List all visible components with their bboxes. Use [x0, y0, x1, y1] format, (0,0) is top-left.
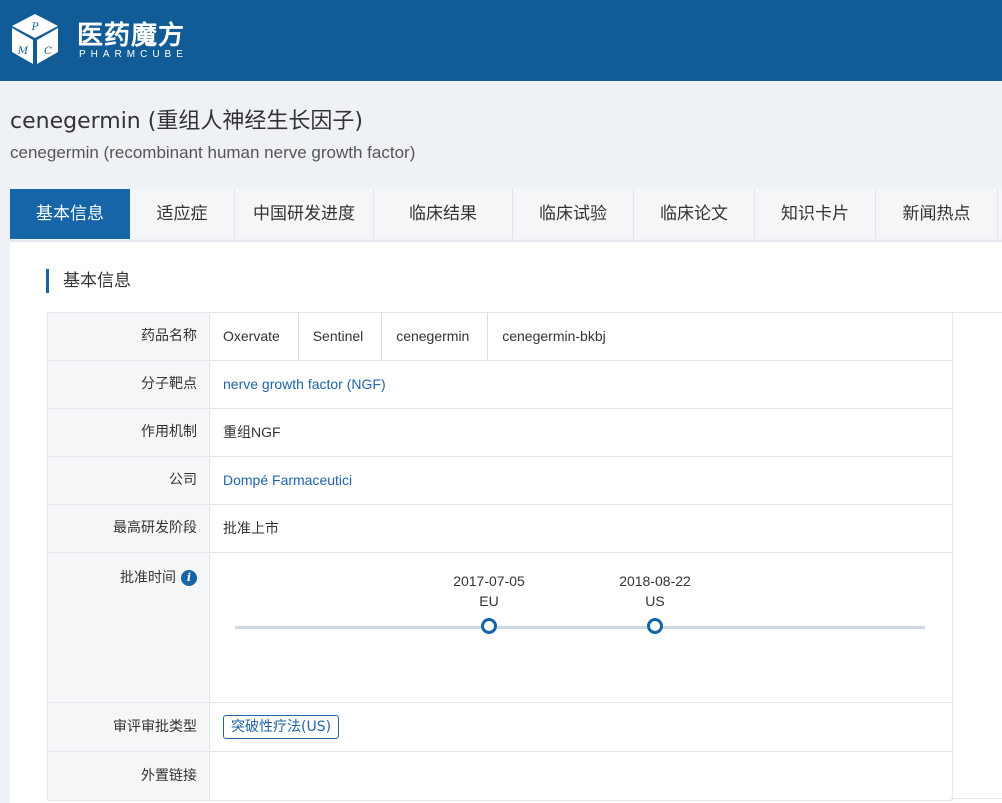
cube-letter-p: P — [31, 22, 39, 33]
target-link[interactable]: nerve growth factor (NGF) — [223, 376, 386, 392]
brand-name-cn[interactable]: 医药魔方 — [77, 15, 185, 52]
timeline-region: US — [645, 593, 665, 609]
drug-name-item: Oxervate — [223, 328, 280, 344]
label-external-links: 外置链接 — [48, 752, 210, 800]
timeline-label-eu: 2017-07-05 EU — [429, 571, 549, 611]
cube-logo-icon[interactable]: P M C — [8, 12, 62, 66]
company-link[interactable]: Dompé Farmaceutici — [223, 472, 352, 488]
app-header: P M C 医药魔方 PHARMCUBE — [0, 0, 1002, 81]
info-icon[interactable]: i — [181, 570, 197, 586]
label-company: 公司 — [48, 457, 210, 504]
label-drug-names: 药品名称 — [48, 313, 210, 360]
row-drug-names: 药品名称 Oxervate Sentinel cenegermin cenege… — [48, 313, 952, 361]
tab-china-progress[interactable]: 中国研发进度 — [235, 189, 374, 239]
timeline-date: 2017-07-05 — [453, 573, 525, 589]
row-approval-time: 批准时间 i 2017-07-05 EU 2018-08-22 US — [48, 553, 952, 703]
row-mechanism: 作用机制 重组NGF — [48, 409, 952, 457]
page-title: cenegermin (重组人神经生长因子) — [10, 109, 363, 134]
approval-time-label: 批准时间 — [120, 570, 176, 586]
tab-knowledge-cards[interactable]: 知识卡片 — [755, 189, 876, 239]
label-target: 分子靶点 — [48, 361, 210, 408]
side-column — [950, 312, 1002, 799]
cube-letter-m: M — [17, 46, 29, 57]
cube-letter-c: C — [44, 46, 52, 57]
tab-bar: 基本信息 适应症 中国研发进度 临床结果 临床试验 临床论文 知识卡片 新闻热点 — [10, 189, 1002, 239]
section-title: 基本信息 — [46, 269, 131, 293]
timeline-dot-us[interactable] — [647, 618, 663, 634]
review-type-tag[interactable]: 突破性疗法(US) — [223, 715, 340, 739]
page-subtitle: cenegermin (recombinant human nerve grow… — [10, 143, 416, 162]
mechanism-value: 重组NGF — [223, 424, 281, 440]
drug-name-item: cenegermin-bkbj — [487, 313, 620, 360]
timeline-date: 2018-08-22 — [619, 573, 691, 589]
label-review-type: 审评审批类型 — [48, 703, 210, 751]
drug-names-list: Oxervate Sentinel cenegermin cenegermin-… — [210, 313, 952, 360]
row-highest-stage: 最高研发阶段 批准上市 — [48, 505, 952, 553]
label-mechanism: 作用机制 — [48, 409, 210, 456]
drug-name-item: Sentinel — [297, 313, 378, 360]
brand-name-en: PHARMCUBE — [79, 49, 188, 60]
timeline-region: EU — [479, 593, 499, 609]
tab-clinical-trials[interactable]: 临床试验 — [513, 189, 634, 239]
label-approval-time: 批准时间 i — [48, 553, 210, 702]
timeline-label-us: 2018-08-22 US — [595, 571, 715, 611]
label-highest-stage: 最高研发阶段 — [48, 505, 210, 552]
tab-news[interactable]: 新闻热点 — [876, 189, 998, 239]
tab-indications[interactable]: 适应症 — [130, 189, 235, 239]
highest-stage-value: 批准上市 — [223, 520, 279, 536]
tab-clinical-results[interactable]: 临床结果 — [374, 189, 513, 239]
row-target: 分子靶点 nerve growth factor (NGF) — [48, 361, 952, 409]
external-links-value — [210, 752, 952, 800]
drug-name-item: cenegermin — [381, 313, 483, 360]
approval-timeline: 2017-07-05 EU 2018-08-22 US — [210, 553, 952, 702]
tab-clinical-papers[interactable]: 临床论文 — [634, 189, 755, 239]
tab-basic-info[interactable]: 基本信息 — [10, 189, 130, 239]
info-table: 药品名称 Oxervate Sentinel cenegermin cenege… — [47, 312, 953, 801]
content-panel: 基本信息 药品名称 Oxervate Sentinel cenegermin c… — [10, 240, 1002, 803]
row-company: 公司 Dompé Farmaceutici — [48, 457, 952, 505]
row-review-type: 审评审批类型 突破性疗法(US) — [48, 703, 952, 752]
timeline-track — [235, 626, 925, 629]
timeline-dot-eu[interactable] — [481, 618, 497, 634]
row-external-links: 外置链接 — [48, 752, 952, 801]
